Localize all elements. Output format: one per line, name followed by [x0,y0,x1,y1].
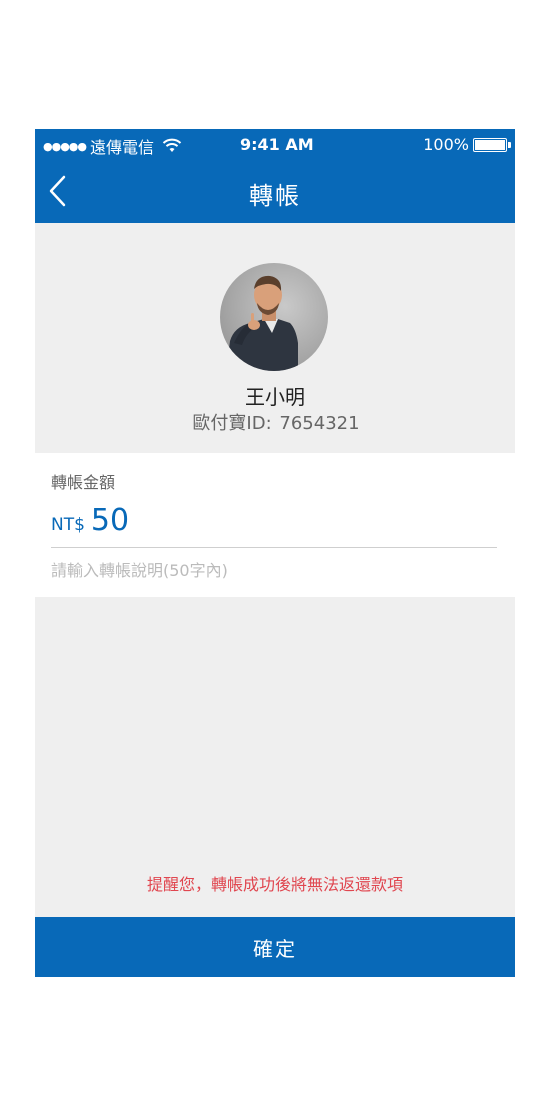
battery-status: 100% [423,135,511,154]
recipient-id-value: 7654321 [279,413,360,434]
memo-input[interactable] [51,561,491,580]
amount-value[interactable]: 50 [91,503,129,538]
recipient-card: 王小明 歐付寶ID: 7654321 [35,223,515,453]
avatar [220,263,328,371]
app-screen: ●●●●● 遠傳電信 9:41 AM 100% 轉帳 王小明 歐付寶ID: 76… [35,129,515,977]
wifi-icon [162,138,182,152]
currency-label: NT$ [51,515,85,535]
content-area: 提醒您，轉帳成功後將無法返還款項 [35,597,515,917]
transfer-form: 轉帳金額 NT$ 50 [35,453,515,597]
top-bar: ●●●●● 遠傳電信 9:41 AM 100% 轉帳 [35,129,515,223]
confirm-button[interactable]: 確定 [35,917,515,977]
recipient-id: 歐付寶ID: 7654321 [35,409,515,435]
battery-percent: 100% [423,135,469,154]
amount-field[interactable]: NT$ 50 [51,503,129,538]
status-bar: ●●●●● 遠傳電信 9:41 AM 100% [35,129,515,161]
recipient-name: 王小明 [245,385,305,409]
amount-label: 轉帳金額 [51,473,116,492]
divider [51,547,497,548]
page-title: 轉帳 [249,182,301,210]
signal-icon: ●●●●● [43,139,87,153]
carrier-info: ●●●●● 遠傳電信 [43,134,182,158]
carrier-name: 遠傳電信 [90,138,155,157]
recipient-id-label: 歐付寶ID: [192,413,272,434]
avatar-person-icon [226,275,298,371]
status-time: 9:41 AM [240,135,314,154]
warning-text: 提醒您，轉帳成功後將無法返還款項 [146,875,403,894]
battery-icon [473,137,511,152]
